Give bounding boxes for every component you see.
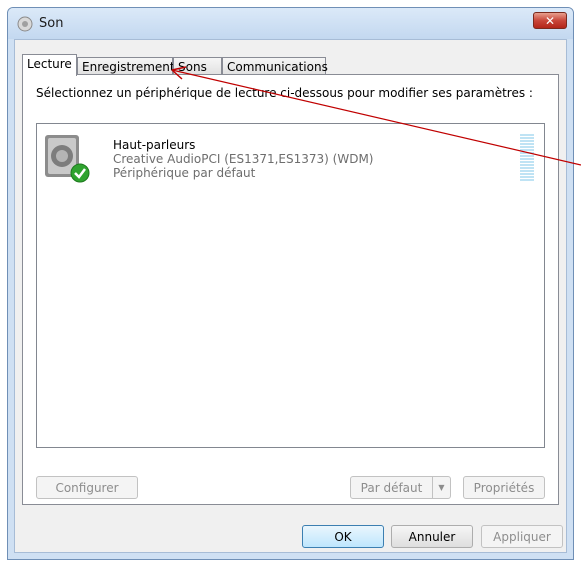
title-bar[interactable]: Son ✕ (8, 8, 573, 39)
tab-lecture[interactable]: Lecture (22, 54, 77, 76)
playback-panel: Sélectionnez un périphérique de lecture … (22, 74, 559, 505)
volume-meter (520, 134, 534, 182)
apply-button[interactable]: Appliquer (481, 525, 563, 548)
cancel-button[interactable]: Annuler (391, 525, 473, 548)
ok-button[interactable]: OK (302, 525, 384, 548)
default-check-icon (70, 163, 90, 183)
sound-app-icon (17, 16, 33, 32)
dialog-body: Lecture Enregistrement Sons Communicatio… (14, 39, 567, 553)
sound-dialog: Son ✕ Lecture Enregistrement Sons Commun… (7, 7, 574, 560)
tab-communications[interactable]: Communications (222, 57, 328, 75)
chevron-down-icon[interactable]: ▼ (432, 477, 450, 498)
set-default-button[interactable]: Par défaut ▼ (350, 476, 451, 499)
close-button[interactable]: ✕ (533, 12, 567, 29)
properties-button[interactable]: Propriétés (463, 476, 545, 499)
device-description: Creative AudioPCI (ES1371,ES1373) (WDM) (113, 152, 374, 166)
device-list[interactable]: Haut-parleurs Creative AudioPCI (ES1371,… (36, 123, 545, 448)
tab-sons[interactable]: Sons (173, 57, 222, 75)
close-icon: ✕ (544, 13, 556, 28)
instruction-text: Sélectionnez un périphérique de lecture … (36, 86, 533, 100)
set-default-label: Par défaut (360, 480, 423, 495)
device-status: Périphérique par défaut (113, 166, 256, 180)
tab-enregistrement[interactable]: Enregistrement (77, 57, 175, 75)
configure-button[interactable]: Configurer (36, 476, 138, 499)
window-title: Son (39, 16, 64, 31)
device-name: Haut-parleurs (113, 138, 196, 152)
